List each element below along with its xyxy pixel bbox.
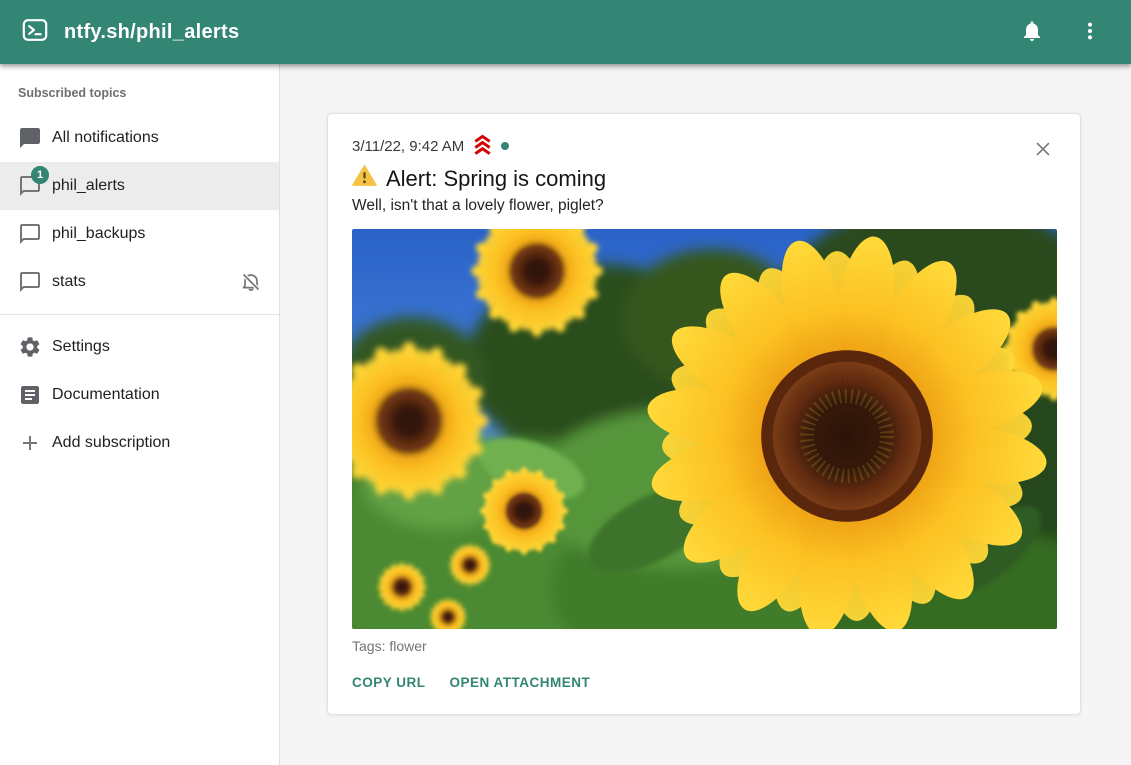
close-notification-button[interactable] — [1030, 137, 1056, 163]
article-icon — [18, 383, 42, 407]
chat-bubble-outline-icon — [18, 270, 42, 294]
attachment-image-sunflowers[interactable] — [352, 229, 1057, 629]
notification-body: Well, isn't that a lovely flower, piglet… — [352, 197, 1056, 215]
notification-actions: COPY URL OPEN ATTACHMENT — [344, 667, 1056, 698]
app-window: ntfy.sh/phil_alerts Subscribed topics — [0, 0, 1131, 765]
chat-bubble-outline-icon: 1 — [18, 174, 42, 198]
sidebar-item-label: stats — [52, 273, 86, 291]
sidebar-item-add-subscription[interactable]: Add subscription — [0, 419, 279, 467]
sidebar-item-phil-backups[interactable]: phil_backups — [0, 210, 279, 258]
notifications-bell-button[interactable] — [1011, 11, 1053, 53]
terminal-icon — [22, 17, 48, 48]
sidebar-item-settings[interactable]: Settings — [0, 323, 279, 371]
sidebar-item-label: phil_backups — [52, 225, 145, 243]
open-attachment-button[interactable]: OPEN ATTACHMENT — [442, 667, 599, 698]
sidebar-item-label: Settings — [52, 338, 110, 356]
sidebar-item-documentation[interactable]: Documentation — [0, 371, 279, 419]
sidebar-item-stats[interactable]: stats — [0, 258, 279, 306]
sidebar-item-label: All notifications — [52, 129, 159, 147]
sidebar-item-label: phil_alerts — [52, 177, 125, 195]
unread-count-badge: 1 — [31, 166, 49, 184]
sidebar-item-phil-alerts[interactable]: 1 phil_alerts — [0, 162, 279, 210]
bell-icon — [1020, 19, 1044, 46]
bell-off-icon — [239, 270, 263, 294]
app-bar: ntfy.sh/phil_alerts — [0, 0, 1131, 64]
chat-bubble-outline-icon — [18, 222, 42, 246]
notification-meta-row: 3/11/22, 9:42 AM — [352, 135, 1056, 157]
unread-indicator-dot — [501, 142, 509, 150]
notification-card: 3/11/22, 9:42 AM — [327, 113, 1081, 715]
sidebar-divider — [0, 314, 279, 315]
app-title: ntfy.sh/phil_alerts — [64, 21, 239, 44]
plus-icon — [18, 431, 42, 455]
sidebar-item-all-notifications[interactable]: All notifications — [0, 114, 279, 162]
main-area: 3/11/22, 9:42 AM — [280, 64, 1131, 765]
notification-timestamp: 3/11/22, 9:42 AM — [352, 138, 464, 155]
warning-triangle-icon — [352, 164, 377, 193]
sidebar-item-label: Add subscription — [52, 434, 170, 452]
notification-tags: Tags: flower — [352, 638, 1056, 654]
copy-url-button[interactable]: COPY URL — [344, 667, 434, 698]
close-icon — [1032, 138, 1054, 163]
chat-bubble-filled-icon — [18, 126, 42, 150]
notification-title-row: Alert: Spring is coming — [352, 164, 1056, 193]
sidebar: Subscribed topics All notifications 1 ph… — [0, 64, 280, 765]
sidebar-item-label: Documentation — [52, 386, 160, 404]
gear-icon — [18, 335, 42, 359]
notification-title: Alert: Spring is coming — [386, 166, 606, 192]
content-area: Subscribed topics All notifications 1 ph… — [0, 64, 1131, 765]
priority-high-chevrons-icon — [471, 133, 494, 160]
kebab-vertical-icon — [1078, 19, 1102, 46]
subscribed-topics-label: Subscribed topics — [0, 86, 279, 100]
overflow-menu-button[interactable] — [1069, 11, 1111, 53]
